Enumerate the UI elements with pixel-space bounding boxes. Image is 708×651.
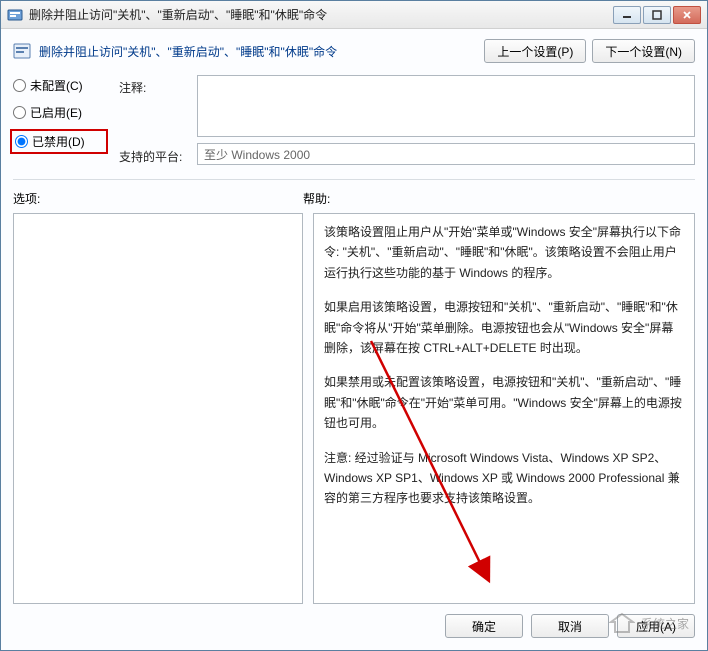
options-panel[interactable] <box>13 213 303 604</box>
separator <box>13 179 695 180</box>
radio-not-configured-input[interactable] <box>13 79 26 92</box>
options-label: 选项: <box>13 190 303 207</box>
watermark: 系统之家 <box>609 612 689 634</box>
radio-enabled-label: 已启用(E) <box>30 104 82 121</box>
maximize-button[interactable] <box>643 6 671 24</box>
platform-label: 支持的平台: <box>119 144 189 165</box>
footer: 确定 取消 应用(A) <box>13 604 695 638</box>
help-paragraph: 如果启用该策略设置，电源按钮和"关机"、"重新启动"、"睡眠"和"休眠"命令将从… <box>324 297 684 358</box>
policy-title: 删除并阻止访问"关机"、"重新启动"、"睡眠"和"休眠"命令 <box>39 43 476 60</box>
watermark-logo-icon <box>609 612 635 634</box>
client-area: 删除并阻止访问"关机"、"重新启动"、"睡眠"和"休眠"命令 上一个设置(P) … <box>1 29 707 650</box>
nav-buttons: 上一个设置(P) 下一个设置(N) <box>484 39 695 63</box>
app-icon <box>7 7 23 23</box>
dialog-window: 删除并阻止访问"关机"、"重新启动"、"睡眠"和"休眠"命令 删除并阻止访问"关… <box>0 0 708 651</box>
radio-disabled-label: 已禁用(D) <box>32 133 85 150</box>
comment-textarea[interactable] <box>197 75 695 137</box>
panels: 该策略设置阻止用户从"开始"菜单或"Windows 安全"屏幕执行以下命令: "… <box>13 213 695 604</box>
radio-disabled-input[interactable] <box>15 135 28 148</box>
help-label: 帮助: <box>303 190 330 207</box>
comment-label: 注释: <box>119 75 189 96</box>
cancel-button[interactable]: 取消 <box>531 614 609 638</box>
help-panel[interactable]: 该策略设置阻止用户从"开始"菜单或"Windows 安全"屏幕执行以下命令: "… <box>313 213 695 604</box>
prev-setting-button[interactable]: 上一个设置(P) <box>484 39 586 63</box>
comment-row: 注释: <box>119 75 695 137</box>
config-row: 未配置(C) 已启用(E) 已禁用(D) 注释: 支持的平台: <box>13 75 695 165</box>
close-button[interactable] <box>673 6 701 24</box>
watermark-text: 系统之家 <box>641 615 689 632</box>
help-paragraph: 注意: 经过验证与 Microsoft Windows Vista、Window… <box>324 448 684 509</box>
radio-enabled-input[interactable] <box>13 106 26 119</box>
radio-disabled[interactable]: 已禁用(D) <box>10 129 108 154</box>
radio-group: 未配置(C) 已启用(E) 已禁用(D) <box>13 75 105 165</box>
window-controls <box>613 6 701 24</box>
next-setting-button[interactable]: 下一个设置(N) <box>592 39 695 63</box>
panel-labels: 选项: 帮助: <box>13 190 695 207</box>
radio-not-configured[interactable]: 未配置(C) <box>13 77 105 94</box>
header-row: 删除并阻止访问"关机"、"重新启动"、"睡眠"和"休眠"命令 上一个设置(P) … <box>13 39 695 63</box>
fields-column: 注释: 支持的平台: <box>119 75 695 165</box>
titlebar: 删除并阻止访问"关机"、"重新启动"、"睡眠"和"休眠"命令 <box>1 1 707 29</box>
policy-icon <box>13 42 31 60</box>
minimize-button[interactable] <box>613 6 641 24</box>
ok-button[interactable]: 确定 <box>445 614 523 638</box>
radio-not-configured-label: 未配置(C) <box>30 77 83 94</box>
platform-field <box>197 143 695 165</box>
platform-row: 支持的平台: <box>119 143 695 165</box>
help-text: 该策略设置阻止用户从"开始"菜单或"Windows 安全"屏幕执行以下命令: "… <box>324 222 684 509</box>
help-paragraph: 如果禁用或未配置该策略设置，电源按钮和"关机"、"重新启动"、"睡眠"和"休眠"… <box>324 372 684 433</box>
radio-enabled[interactable]: 已启用(E) <box>13 104 105 121</box>
window-title: 删除并阻止访问"关机"、"重新启动"、"睡眠"和"休眠"命令 <box>29 6 613 23</box>
help-paragraph: 该策略设置阻止用户从"开始"菜单或"Windows 安全"屏幕执行以下命令: "… <box>324 222 684 283</box>
